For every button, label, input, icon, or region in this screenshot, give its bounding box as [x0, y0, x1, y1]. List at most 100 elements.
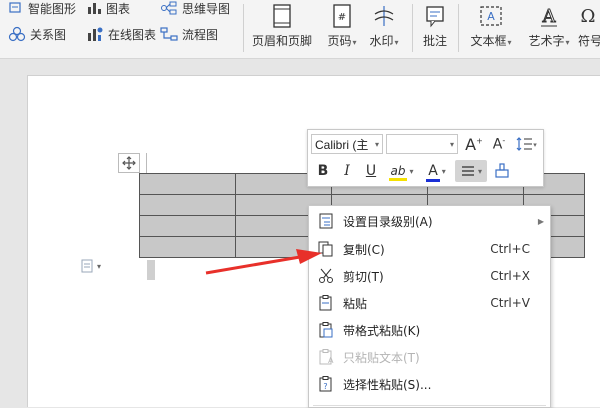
copy-icon	[318, 241, 333, 257]
italic-icon: I	[344, 163, 350, 179]
menu-item-label: 设置目录级别(A)	[343, 214, 433, 229]
shrink-font-icon: A-	[492, 135, 506, 153]
ribbon-separator	[412, 4, 413, 52]
paragraph-options-button[interactable]: ▾	[80, 259, 101, 273]
watermark-label: 水印	[369, 34, 394, 48]
ribbon: 智能图形 图表 思维导图 关系图 在线图表 流程图 页眉和页脚 # 页码▾ 水印…	[0, 0, 600, 59]
chevron-down-icon: ▾	[477, 166, 482, 176]
highlight-button[interactable]: ab ▾	[385, 160, 419, 182]
highlight-icon: ab	[388, 164, 407, 181]
menu-item-label: 剪切(T)	[343, 269, 384, 284]
align-icon	[461, 166, 474, 176]
textbox-icon: A	[480, 6, 502, 26]
menu-item-toc-level[interactable]: 设置目录级别(A) ▶	[309, 208, 550, 234]
wordart-label: 艺术字	[528, 34, 565, 48]
menu-item-paste-special[interactable]: ? 选择性粘贴(S)...	[309, 371, 550, 397]
svg-text:A: A	[542, 6, 557, 27]
comment-label: 批注	[422, 34, 447, 48]
italic-button[interactable]: I	[336, 160, 358, 182]
svg-text:Ω: Ω	[581, 6, 596, 27]
bold-icon: B	[317, 163, 329, 179]
toc-level-icon	[319, 213, 333, 229]
symbol-label: 符号	[578, 34, 600, 48]
chart-label: 图表	[106, 1, 131, 16]
header-footer-label: 页眉和页脚	[252, 34, 313, 48]
font-size-select[interactable]: ▾	[386, 134, 458, 154]
page-number-button[interactable]: # 页码▾	[320, 2, 364, 49]
symbol-button[interactable]: Ω 符号	[578, 2, 600, 49]
menu-item-paste-text-only[interactable]: A 只粘贴文本(T)	[309, 344, 550, 370]
menu-item-label: 带格式粘贴(K)	[343, 323, 421, 338]
chevron-down-icon: ▾	[449, 139, 454, 149]
grow-font-button[interactable]: A+	[463, 133, 485, 155]
align-button[interactable]: ▾	[455, 160, 487, 182]
page-number-icon: #	[333, 4, 351, 28]
table-cell[interactable]	[139, 236, 236, 258]
menu-item-cut[interactable]: 剪切(T) Ctrl+X	[309, 263, 550, 289]
menu-item-paste[interactable]: 粘贴 Ctrl+V	[309, 290, 550, 316]
line-spacing-icon: ▾	[516, 137, 537, 151]
font-name-select[interactable]: Calibri (主 ▾	[311, 134, 383, 154]
context-menu: 设置目录级别(A) ▶ 复制(C) Ctrl+C 剪切(T) Ctrl+X 粘贴…	[308, 205, 551, 408]
smart-graphic-label: 智能图形	[28, 1, 77, 16]
mindmap-button[interactable]: 思维导图	[160, 0, 230, 18]
chevron-down-icon: ▾	[352, 38, 357, 47]
cut-icon	[319, 268, 333, 283]
format-painter-icon	[495, 163, 509, 178]
symbol-icon: Ω	[581, 6, 596, 27]
menu-item-paste-with-format[interactable]: 带格式粘贴(K)	[309, 317, 550, 343]
move-icon	[122, 156, 136, 170]
flowchart-label: 流程图	[182, 27, 219, 42]
line-spacing-button[interactable]: ▾	[513, 133, 539, 155]
chevron-down-icon: ▾	[565, 38, 570, 47]
menu-item-label: 选择性粘贴(S)...	[343, 377, 432, 392]
shrink-font-button[interactable]: A-	[488, 133, 510, 155]
header-footer-icon	[273, 4, 291, 28]
paste-icon	[319, 295, 332, 311]
wordart-button[interactable]: A 艺术字▾	[522, 2, 576, 49]
menu-item-shortcut: Ctrl+V	[490, 296, 530, 310]
online-chart-button[interactable]: 在线图表	[86, 24, 156, 44]
flowchart-icon	[160, 27, 178, 41]
relation-button[interactable]: 关系图	[8, 24, 66, 44]
online-chart-label: 在线图表	[108, 27, 157, 42]
flowchart-button[interactable]: 流程图	[160, 24, 218, 44]
watermark-icon	[374, 6, 394, 26]
textbox-button[interactable]: A 文本框▾	[464, 2, 518, 49]
format-painter-button[interactable]	[491, 160, 513, 182]
chevron-down-icon: ▾	[394, 38, 399, 47]
menu-item-shortcut: Ctrl+C	[490, 242, 530, 256]
mindmap-label: 思维导图	[182, 1, 231, 16]
table-cell[interactable]	[139, 173, 236, 195]
table-move-handle[interactable]	[118, 153, 140, 173]
page-number-label: 页码	[327, 34, 352, 48]
menu-item-copy[interactable]: 复制(C) Ctrl+C	[309, 236, 550, 262]
table-cell[interactable]	[139, 215, 236, 237]
table-cell[interactable]	[139, 194, 236, 216]
chevron-down-icon: ▾	[97, 261, 102, 271]
ruler-line	[146, 153, 147, 173]
bold-button[interactable]: B	[312, 160, 334, 182]
svg-text:#: #	[338, 12, 346, 23]
relation-icon	[8, 26, 26, 42]
chart-button[interactable]: 图表	[86, 0, 130, 18]
svg-text:A: A	[328, 356, 334, 365]
row-end-marker	[147, 260, 155, 280]
svg-text:▾: ▾	[533, 141, 537, 149]
ribbon-separator	[458, 4, 459, 52]
smart-graphic-button[interactable]: 智能图形	[8, 0, 76, 18]
watermark-button[interactable]: 水印▾	[364, 2, 404, 49]
paste-special-icon: ?	[319, 376, 332, 392]
smart-graphic-icon	[9, 2, 21, 13]
menu-item-label: 只粘贴文本(T)	[343, 350, 420, 365]
font-color-button[interactable]: A ▾	[421, 160, 453, 182]
underline-button[interactable]: U	[360, 160, 382, 182]
relation-label: 关系图	[30, 27, 67, 42]
comment-button[interactable]: 批注	[418, 2, 452, 49]
chevron-down-icon: ▾	[409, 166, 414, 176]
header-footer-button[interactable]: 页眉和页脚	[252, 2, 312, 49]
paste-format-icon	[319, 322, 333, 338]
chevron-down-icon: ▾	[507, 38, 512, 47]
paste-text-icon: A	[319, 349, 334, 365]
online-chart-icon	[88, 27, 103, 41]
